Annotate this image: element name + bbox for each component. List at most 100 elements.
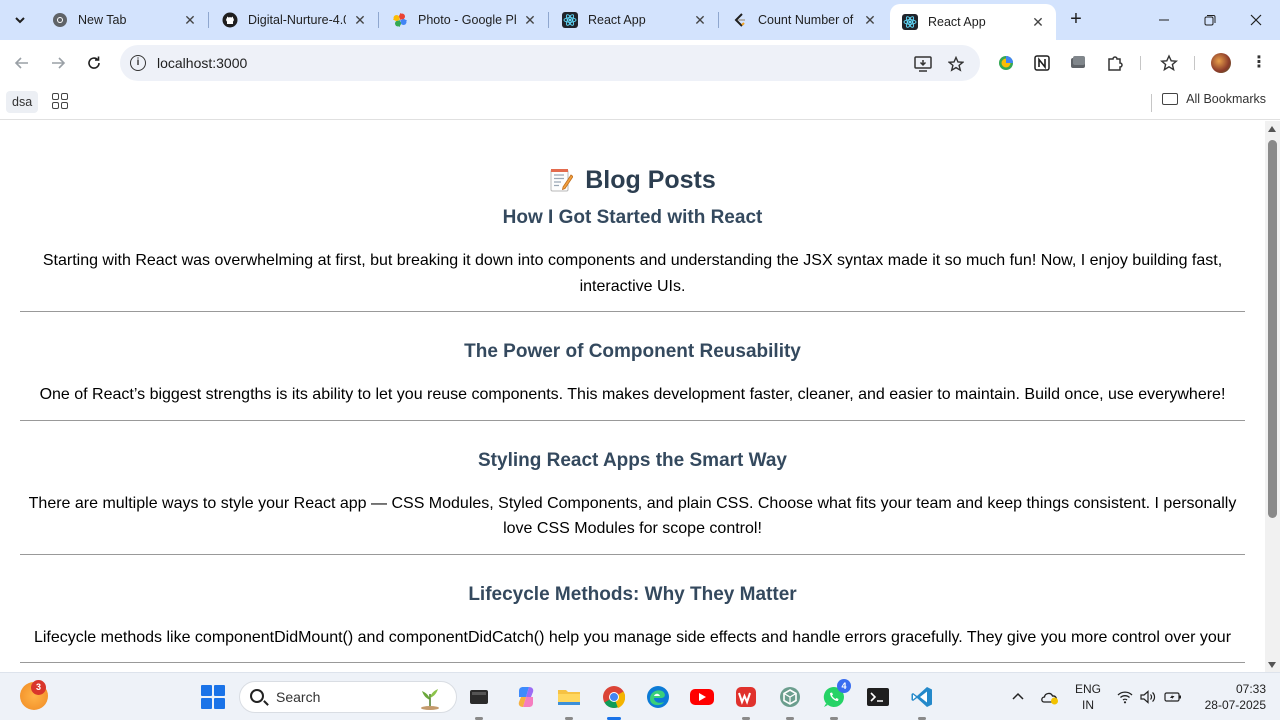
leetcode-icon bbox=[732, 12, 748, 28]
onedrive-warning-icon[interactable] bbox=[1040, 673, 1060, 720]
bookmarks-star-icon[interactable] bbox=[1157, 51, 1181, 75]
new-tab-plus-icon[interactable]: + bbox=[1064, 8, 1088, 32]
tray-overflow-chevron-icon[interactable] bbox=[1011, 673, 1025, 720]
post-heading: Styling React Apps the Smart Way bbox=[478, 449, 787, 471]
taskbar-youtube-icon[interactable] bbox=[687, 682, 717, 712]
reload-icon[interactable] bbox=[80, 49, 108, 77]
google-photos-icon bbox=[392, 12, 408, 28]
tab-search-chevron-icon[interactable] bbox=[8, 8, 32, 32]
address-bar[interactable]: i localhost:3000 bbox=[120, 45, 980, 81]
battery-icon[interactable] bbox=[1164, 673, 1182, 720]
url-text[interactable]: localhost:3000 bbox=[157, 55, 247, 71]
minimize-icon[interactable] bbox=[1141, 0, 1187, 40]
tab-close-icon[interactable]: ✕ bbox=[1030, 14, 1046, 30]
taskbar-wps-office-icon[interactable] bbox=[731, 682, 761, 720]
folder-icon bbox=[1162, 93, 1179, 105]
blog-post: Lifecycle Methods: Why They Matter Lifec… bbox=[20, 583, 1245, 663]
search-highlight-plant-icon bbox=[416, 686, 444, 710]
taskbar-file-explorer-icon[interactable] bbox=[554, 682, 584, 720]
search-icon bbox=[250, 689, 264, 703]
tab-new-tab[interactable]: New Tab ✕ bbox=[40, 6, 209, 34]
notion-icon[interactable] bbox=[1030, 51, 1054, 75]
browser-toolbar: i localhost:3000 ⋮ bbox=[0, 40, 1280, 86]
tab-leetcode[interactable]: Count Number of ✕ bbox=[720, 6, 888, 34]
memo-icon bbox=[549, 167, 574, 193]
tab-close-icon[interactable]: ✕ bbox=[692, 12, 708, 28]
profile-avatar[interactable] bbox=[1211, 53, 1231, 73]
tab-title: React App bbox=[928, 15, 986, 29]
post-body: Starting with React was overwhelming at … bbox=[42, 252, 1223, 295]
system-clock[interactable]: 07:33 28-07-2025 bbox=[1196, 681, 1266, 713]
tab-github[interactable]: Digital-Nurture-4.0 ✕ bbox=[210, 6, 379, 34]
tab-separator bbox=[378, 12, 379, 28]
taskbar-edge-icon[interactable] bbox=[643, 682, 673, 712]
install-app-icon[interactable] bbox=[912, 53, 934, 75]
react-icon bbox=[562, 12, 578, 28]
restore-icon[interactable] bbox=[1187, 0, 1233, 40]
toolbar-separator bbox=[1140, 56, 1141, 70]
windows-taskbar: 3 Search 4 ENG IN 07:33 28-07-2025 bbox=[0, 672, 1280, 720]
post-heading: The Power of Component Reusability bbox=[464, 341, 801, 362]
tab-react-app[interactable]: React App ✕ bbox=[550, 6, 719, 34]
close-window-icon[interactable] bbox=[1233, 0, 1279, 40]
apps-grid-icon[interactable] bbox=[52, 93, 68, 109]
post-body: One of React’s biggest strengths is its … bbox=[39, 386, 1226, 403]
clock-time: 07:33 bbox=[1235, 682, 1266, 696]
scrollbar-thumb[interactable] bbox=[1268, 140, 1277, 518]
site-info-icon[interactable]: i bbox=[130, 55, 146, 71]
taskbar-chrome-icon[interactable] bbox=[599, 682, 629, 720]
page-scrollbar[interactable] bbox=[1265, 121, 1280, 672]
toolbar-separator bbox=[1194, 56, 1195, 70]
tab-react-app-active[interactable]: React App ✕ bbox=[890, 4, 1056, 40]
chat-extension-icon[interactable] bbox=[1066, 51, 1090, 75]
back-arrow-icon[interactable] bbox=[8, 49, 36, 77]
page-heading: Blog Posts bbox=[20, 163, 1245, 197]
blog-page: Blog Posts How I Got Started with React … bbox=[0, 163, 1265, 663]
browser-menu-icon[interactable]: ⋮ bbox=[1247, 51, 1271, 75]
volume-icon[interactable] bbox=[1140, 673, 1156, 720]
react-icon bbox=[902, 14, 918, 30]
windows-start-icon[interactable] bbox=[201, 685, 225, 709]
taskbar-terminal-icon[interactable] bbox=[863, 682, 893, 712]
post-heading: How I Got Started with React bbox=[502, 207, 763, 228]
tab-title: React App bbox=[588, 13, 646, 27]
clock-date: 28-07-2025 bbox=[1204, 698, 1266, 712]
all-bookmarks-label: All Bookmarks bbox=[1186, 92, 1266, 106]
tab-title: Count Number of bbox=[758, 13, 854, 27]
language-line-2: IN bbox=[1082, 698, 1094, 712]
taskbar-copilot-icon[interactable] bbox=[511, 682, 541, 712]
scroll-down-arrow-icon[interactable] bbox=[1268, 662, 1276, 668]
taskbar-whatsapp-icon[interactable]: 4 bbox=[819, 679, 851, 720]
github-icon bbox=[222, 12, 238, 28]
blog-post: Styling React Apps the Smart Way There a… bbox=[20, 450, 1245, 555]
taskbar-terminal-dark-icon[interactable] bbox=[464, 682, 494, 720]
tab-separator bbox=[548, 12, 549, 28]
taskbar-chatgpt-icon[interactable] bbox=[775, 682, 805, 720]
tab-strip: New Tab ✕ Digital-Nurture-4.0 ✕ Photo - … bbox=[0, 0, 1280, 40]
all-bookmarks-button[interactable]: All Bookmarks bbox=[1162, 92, 1266, 106]
taskbar-search-box[interactable]: Search bbox=[239, 681, 457, 713]
tab-close-icon[interactable]: ✕ bbox=[522, 12, 538, 28]
tab-close-icon[interactable]: ✕ bbox=[352, 12, 368, 28]
tab-close-icon[interactable]: ✕ bbox=[862, 12, 878, 28]
bookmarks-bar: dsa All Bookmarks bbox=[0, 86, 1280, 120]
tab-title: New Tab bbox=[78, 13, 127, 27]
blog-post: The Power of Component Reusability One o… bbox=[20, 341, 1245, 421]
bookmark-star-icon[interactable] bbox=[945, 53, 967, 75]
tab-google-photos[interactable]: Photo - Google Photos ✕ bbox=[380, 6, 549, 34]
scroll-up-arrow-icon[interactable] bbox=[1268, 126, 1276, 132]
forward-arrow-icon[interactable] bbox=[44, 49, 72, 77]
post-heading: Lifecycle Methods: Why They Matter bbox=[468, 583, 797, 605]
extension-color-icon[interactable] bbox=[994, 51, 1018, 75]
taskbar-vscode-icon[interactable] bbox=[907, 682, 937, 720]
tab-title: Photo - Google Photos bbox=[418, 13, 516, 27]
puzzle-extensions-icon[interactable] bbox=[1103, 51, 1127, 75]
input-language-indicator[interactable]: ENG IN bbox=[1072, 681, 1104, 713]
bookmarks-separator bbox=[1151, 94, 1152, 112]
whatsapp-badge: 4 bbox=[837, 679, 851, 693]
page-title: Blog Posts bbox=[585, 165, 716, 194]
bookmark-folder-dsa[interactable]: dsa bbox=[6, 91, 39, 113]
tab-close-icon[interactable]: ✕ bbox=[182, 12, 198, 28]
post-body: Lifecycle methods like componentDidMount… bbox=[33, 628, 1232, 646]
wifi-icon[interactable] bbox=[1117, 673, 1133, 720]
